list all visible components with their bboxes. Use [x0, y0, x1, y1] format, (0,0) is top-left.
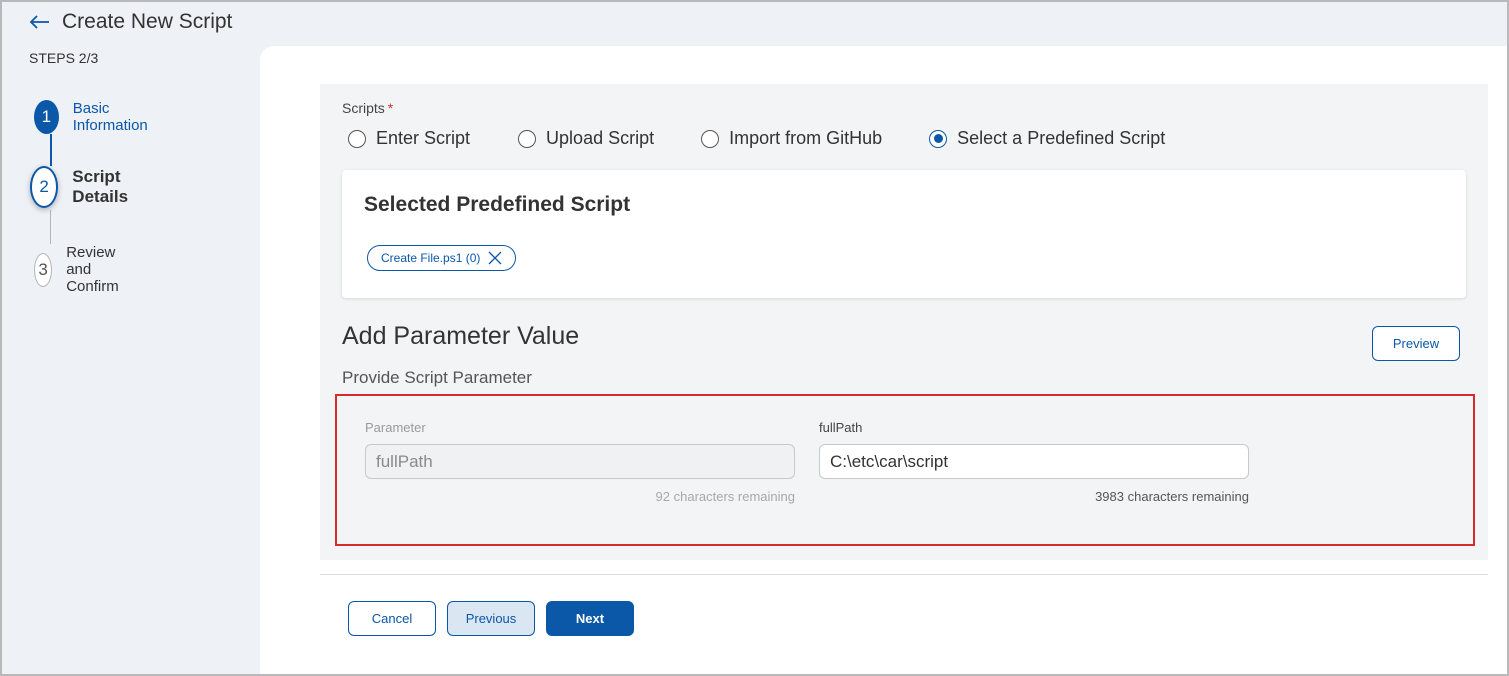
parameter-value-label: fullPath	[819, 420, 863, 435]
close-icon[interactable]	[488, 251, 502, 265]
chip-label: Create File.ps1 (0)	[381, 251, 481, 265]
previous-button[interactable]: Previous	[447, 601, 535, 636]
parameter-name-label: Parameter	[365, 420, 426, 435]
page-header: Create New Script	[28, 10, 232, 34]
step-number: 1	[34, 100, 59, 134]
card-title: Selected Predefined Script	[364, 193, 631, 216]
script-details-section: Scripts * Enter Script Upload Script Impo…	[320, 84, 1488, 560]
script-source-radio-group: Enter Script Upload Script Import from G…	[348, 128, 1165, 149]
radio-checked-icon[interactable]	[929, 129, 948, 148]
back-arrow-icon[interactable]	[28, 10, 52, 34]
step-script-details[interactable]: 2 Script Details	[30, 166, 142, 208]
parameter-value-input[interactable]	[819, 444, 1249, 479]
selected-script-card: Selected Predefined Script Create File.p…	[342, 170, 1466, 298]
scripts-label-text: Scripts	[342, 100, 385, 116]
radio-label: Select a Predefined Script	[957, 128, 1166, 148]
radio-enter-script[interactable]: Enter Script	[348, 128, 470, 149]
parameter-fields-highlight: Parameter 92 characters remaining fullPa…	[335, 394, 1475, 546]
radio-upload-script[interactable]: Upload Script	[518, 128, 654, 149]
step-label: Basic Information	[72, 100, 148, 134]
radio-label: Import from GitHub	[729, 128, 883, 148]
page-title: Create New Script	[62, 10, 233, 33]
steps-counter: STEPS 2/3	[29, 50, 99, 66]
next-button[interactable]: Next	[546, 601, 634, 636]
step-connector	[50, 134, 52, 166]
radio-unchecked-icon[interactable]	[518, 129, 537, 148]
radio-select-predefined-script[interactable]: Select a Predefined Script	[929, 128, 1165, 149]
parameter-name-input	[365, 444, 795, 479]
main-panel: Scripts * Enter Script Upload Script Impo…	[260, 46, 1507, 674]
radio-label: Upload Script	[546, 128, 655, 148]
radio-import-from-github[interactable]: Import from GitHub	[701, 128, 882, 149]
step-label: Review and Confirm	[66, 244, 119, 295]
radio-unchecked-icon[interactable]	[701, 129, 720, 148]
parameter-section-subtitle: Provide Script Parameter	[342, 368, 532, 387]
parameter-section-title: Add Parameter Value	[342, 322, 580, 350]
radio-label: Enter Script	[376, 128, 471, 148]
step-number: 2	[30, 166, 59, 208]
preview-button[interactable]: Preview	[1372, 326, 1460, 361]
step-connector	[50, 210, 51, 244]
radio-unchecked-icon[interactable]	[348, 129, 366, 148]
selected-script-chip[interactable]: Create File.ps1 (0)	[367, 245, 517, 271]
step-review-and-confirm[interactable]: 3 Review and Confirm	[34, 244, 135, 295]
app-window: Create New Script STEPS 2/3 1 Basic Info…	[0, 0, 1509, 676]
scripts-label: Scripts *	[342, 100, 393, 116]
footer-divider	[320, 574, 1488, 575]
cancel-button[interactable]: Cancel	[348, 601, 436, 636]
step-basic-information[interactable]: 1 Basic Information	[34, 100, 157, 134]
step-label: Script Details	[72, 167, 129, 206]
parameter-value-char-count: 3983 characters remaining	[1095, 489, 1249, 504]
step-number: 3	[34, 252, 53, 287]
parameter-name-char-count: 92 characters remaining	[655, 489, 795, 504]
required-mark: *	[387, 100, 394, 116]
